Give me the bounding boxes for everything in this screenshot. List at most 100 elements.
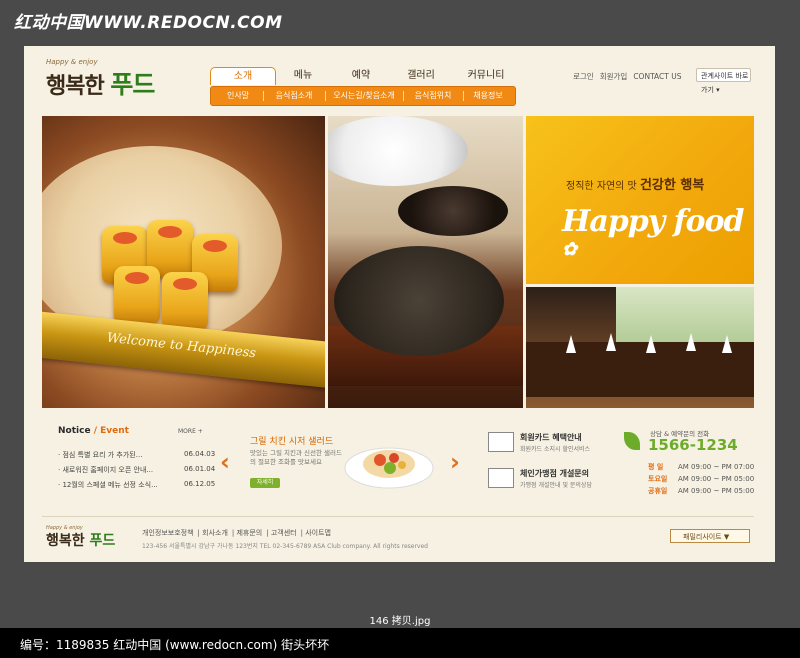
menu-promo: ‹ 그릴 치킨 시저 샐러드 맛있는 그릴 치킨과 신선한 샐러드 의 절묘한 조… [214,418,476,508]
banner-tagline: 정직한 자연의 맛 건강한 행복 [566,174,704,193]
hours-time: AM 09:00 ~ PM 05:00 [678,487,755,495]
service-links: 회원카드 혜택안내 회원카드 소지시 할인서비스 체인가맹점 개설문의 가맹점 … [482,418,622,508]
subnav-divider [325,91,326,101]
login-link[interactable]: 로그인 [573,72,594,81]
notice-title-accent: / Event [93,426,129,436]
company-link[interactable]: 회사소개 [202,529,228,537]
watermark-text: 红动中国WWW.REDOCN.COM [14,13,283,33]
notice-item-text: · 12월의 스페셜 메뉴 선정 소식... [58,481,158,489]
subnav-recruit[interactable]: 채용정보 [465,87,511,105]
promo-more-button[interactable]: 자세히 [250,478,280,488]
hours-time: AM 09:00 ~ PM 07:00 [678,463,755,471]
hours-label: 공휴일 [648,487,668,495]
footer-logo-accent: 푸드 [89,533,116,549]
tagline-prefix: 정직한 자연의 맛 [566,181,637,192]
noodle-photo [328,116,523,408]
related-sites-select[interactable]: 관계사이트 바로가기 ▾ [696,68,751,94]
notice-item-date: 06.12.05 [184,480,216,488]
copyright-text: 123-456 서울특별시 강남구 가나동 123번지 TEL 02-345-6… [142,543,428,550]
privacy-link[interactable]: 개인정보보호정책 [142,529,194,537]
partnership-link[interactable]: 제휴문의 [236,529,262,537]
ribbon-text: Welcome to Happiness [106,330,257,362]
tagline-bold: 건강한 행복 [639,178,705,193]
dipping-cup-shape [398,186,508,236]
image-filename: 146 拷贝.jpg [369,616,431,627]
subnav-divider [463,91,464,101]
subnav-location[interactable]: 음식점위치 [405,87,461,105]
list-item[interactable]: · 점심 특별 요리 가 추가된... 06.04.03 [58,450,215,460]
service-subtitle: 가맹점 개설안내 및 문의상담 [520,482,592,489]
dumpling [114,266,160,324]
tab-reservation[interactable]: 예약 [334,67,388,84]
tab-intro[interactable]: 소개 [210,67,276,85]
dumpling-photo: Welcome to Happiness [42,116,325,408]
document-icon [488,468,514,488]
reservation-info: 상담 & 예약문의 전화 1566-1234 평 일 AM 09:00 ~ PM … [622,418,756,508]
notice-title-text: Notice [58,426,91,436]
join-link[interactable]: 회원가입 [600,72,628,81]
service-title: 체인가맹점 개설문의 [520,469,590,478]
watermark-bar: 红动中国WWW.REDOCN.COM [0,0,800,42]
footer-links: 개인정보보호정책 | 회사소개 | 제휴문의 | 고객센터 | 사이트맵 [142,529,331,537]
subnav-greeting[interactable]: 인사말 [215,87,261,105]
chevron-left-icon[interactable]: ‹ [220,448,230,476]
caption-text: 编号：1189835 红动中国 (www.redocn.com) 街头坏坏 [20,638,330,652]
sitemap-link[interactable]: 사이트맵 [305,529,331,537]
web-page: Happy & enjoy 행복한 푸드 소개 메뉴 예약 갤러리 커뮤니티 인… [24,46,775,562]
notice-item-date: 06.04.03 [184,450,216,458]
subnav-divider [403,91,404,101]
list-item[interactable]: · 새로워진 홈페이지 오픈 안내... 06.01.04 [58,465,215,475]
service-title: 회원카드 혜택안내 [520,433,582,442]
dining-table-shape [526,342,754,397]
footer-divider [42,516,754,517]
flower-icon: ✿ [562,239,577,260]
salad-dish-image [344,447,434,489]
notice-item-date: 06.01.04 [184,465,216,473]
logo-accent: 푸드 [110,70,155,99]
family-site-select[interactable]: 패밀리사이트 ▼ [670,529,750,543]
footer-logo-text: 행복한 [46,533,85,549]
subnav-divider [263,91,264,101]
related-sites-label: 관계사이트 바로가기 [701,72,749,94]
notice-title: Notice / Event [58,426,129,436]
notice-more-link[interactable]: MORE + [178,428,203,435]
happy-food-logo: Happy food ✿ [562,204,754,274]
dumpling [162,272,208,330]
hours-row: 토요일 AM 09:00 ~ PM 05:00 [648,474,758,484]
tab-community[interactable]: 커뮤니티 [454,67,518,84]
bowl-shape [328,116,468,186]
service-subtitle: 회원카드 소지시 할인서비스 [520,446,591,453]
hours-row: 평 일 AM 09:00 ~ PM 07:00 [648,462,758,472]
promo-description: 맛있는 그릴 치킨과 신선한 샐러드 의 절묘한 조화를 맛보세요 [250,449,342,467]
subnav-directions[interactable]: 오시는길/찾음소개 [327,87,401,105]
phone-number: 1566-1234 [648,436,738,454]
list-item[interactable]: · 12월의 스페셜 메뉴 선정 소식... 06.12.05 [58,480,215,490]
promo-title: 그릴 치킨 시저 샐러드 [250,437,334,447]
soba-noodles-shape [334,246,504,356]
footer-logo[interactable]: 행복한 푸드 [46,530,115,550]
leaf-icon [624,432,640,450]
tab-gallery[interactable]: 갤러리 [392,67,450,84]
chevron-down-icon: ▾ [716,86,720,94]
sub-nav: 인사말 음식점소개 오시는길/찾음소개 음식점위치 채용정보 [210,86,516,106]
tab-menu[interactable]: 메뉴 [276,67,330,84]
caption-bar: 编号：1189835 红动中国 (www.redocn.com) 街头坏坏 [0,628,800,658]
contact-link[interactable]: CONTACT US [633,72,681,81]
subnav-restaurant-intro[interactable]: 음식점소개 [265,87,323,105]
notice-board: Notice / Event MORE + · 점심 특별 요리 가 추가된..… [42,418,215,508]
brand-logo-text: Happy food [562,204,745,239]
promo-desc-line: 의 절묘한 조화를 맛보세요 [250,458,322,466]
restaurant-photo [526,287,754,408]
hours-label: 평 일 [648,463,664,471]
site-logo[interactable]: 행복한 푸드 [46,65,155,101]
hours-row: 공휴일 AM 09:00 ~ PM 05:00 [648,486,758,496]
hero-banner: Welcome to Happiness 정직한 자연의 맛 건강한 행복 Ha… [42,116,754,408]
chevron-right-icon[interactable]: › [450,448,460,476]
hours-time: AM 09:00 ~ PM 05:00 [678,475,755,483]
logo-text: 행복한 [46,74,105,99]
hours-label: 토요일 [648,475,668,483]
notice-item-text: · 점심 특별 요리 가 추가된... [58,451,143,459]
support-link[interactable]: 고객센터 [271,529,297,537]
utility-links: 로그인 회원가입 CONTACT US [573,71,688,82]
card-icon [488,432,514,452]
